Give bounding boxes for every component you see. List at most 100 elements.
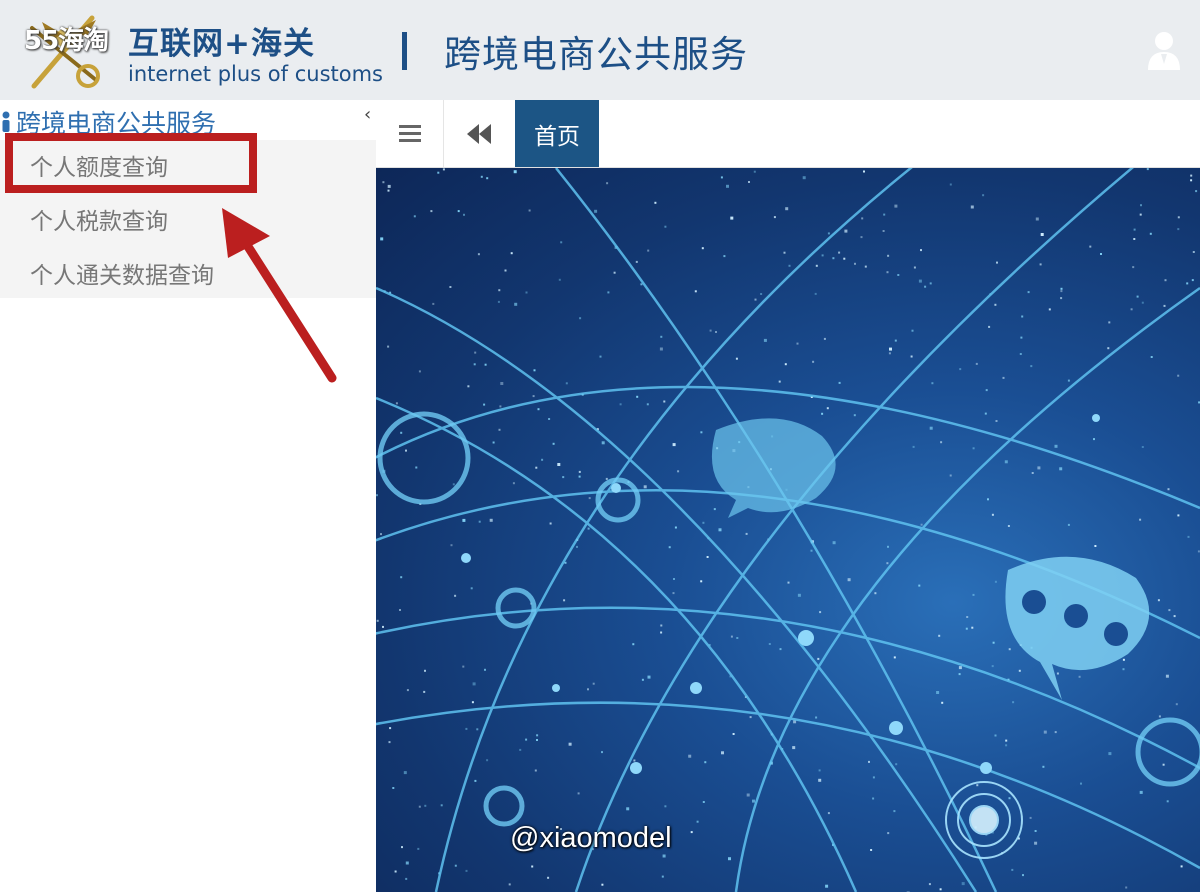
star-dot bbox=[785, 207, 789, 211]
star-dot bbox=[1018, 669, 1021, 672]
star-dot bbox=[1168, 609, 1171, 612]
star-dot bbox=[966, 616, 969, 618]
star-dot bbox=[987, 498, 989, 501]
star-dot bbox=[1122, 658, 1125, 661]
star-dot bbox=[713, 508, 716, 511]
star-dot bbox=[547, 876, 550, 879]
star-dot bbox=[664, 225, 667, 228]
star-dot bbox=[660, 631, 663, 634]
star-dot bbox=[958, 673, 961, 676]
star-dot bbox=[1177, 228, 1180, 231]
star-dot bbox=[818, 778, 822, 782]
star-dot bbox=[1067, 523, 1070, 526]
star-dot bbox=[473, 363, 476, 366]
star-dot bbox=[784, 363, 787, 366]
star-dot bbox=[415, 466, 418, 469]
tab-scroll-left-button[interactable] bbox=[444, 100, 514, 168]
star-dot bbox=[548, 418, 551, 420]
star-dot bbox=[641, 678, 644, 681]
star-dot bbox=[1048, 308, 1051, 311]
star-dot bbox=[991, 513, 994, 516]
star-dot bbox=[996, 261, 998, 264]
star-dot bbox=[1089, 245, 1092, 248]
star-dot bbox=[1133, 238, 1136, 240]
star-dot bbox=[437, 171, 440, 174]
star-dot bbox=[677, 470, 680, 473]
star-dot bbox=[1166, 800, 1169, 803]
star-dot bbox=[726, 184, 729, 188]
star-dot bbox=[745, 532, 748, 535]
star-dot bbox=[476, 728, 479, 731]
star-dot bbox=[1122, 668, 1125, 671]
star-dot bbox=[929, 426, 933, 430]
star-dot bbox=[895, 763, 898, 766]
star-dot bbox=[635, 260, 638, 263]
star-dot bbox=[563, 599, 566, 602]
star-dot bbox=[773, 216, 776, 219]
star-dot bbox=[1059, 467, 1063, 471]
person-icon bbox=[2, 111, 10, 132]
tab-home[interactable]: 首页 bbox=[515, 100, 599, 168]
star-dot bbox=[394, 870, 397, 873]
star-dot bbox=[660, 624, 663, 627]
star-dot bbox=[1060, 290, 1063, 293]
star-dot bbox=[1060, 297, 1063, 300]
star-dot bbox=[1005, 744, 1008, 747]
star-dot bbox=[536, 734, 539, 737]
star-dot bbox=[721, 751, 724, 755]
star-dot bbox=[619, 403, 622, 406]
star-dot bbox=[1094, 545, 1097, 547]
star-dot bbox=[484, 668, 486, 671]
star-dot bbox=[702, 801, 705, 803]
star-dot bbox=[961, 882, 965, 886]
star-dot bbox=[928, 883, 931, 886]
star-dot bbox=[557, 463, 561, 466]
star-dot bbox=[730, 635, 733, 638]
star-dot bbox=[537, 408, 540, 411]
user-avatar-icon[interactable] bbox=[1146, 30, 1182, 70]
star-dot bbox=[382, 181, 385, 184]
sidebar-item-tax-query[interactable]: 个人税款查询 bbox=[30, 202, 168, 236]
star-dot bbox=[417, 847, 420, 850]
star-dot bbox=[959, 368, 962, 371]
star-dot bbox=[812, 360, 815, 363]
star-dot bbox=[533, 369, 536, 372]
star-dot bbox=[1141, 446, 1144, 448]
star-dot bbox=[512, 482, 515, 485]
star-dot bbox=[1139, 518, 1142, 521]
watermark-logo-text: 55海淘 bbox=[24, 26, 109, 56]
star-dot bbox=[1020, 336, 1023, 339]
sidebar-item-clearance-query[interactable]: 个人通关数据查询 bbox=[30, 256, 214, 290]
star-dot bbox=[728, 857, 731, 861]
star-dot bbox=[992, 641, 995, 644]
star-dot bbox=[1186, 282, 1189, 285]
star-dot bbox=[387, 189, 390, 192]
star-dot bbox=[894, 204, 898, 208]
star-dot bbox=[788, 264, 791, 267]
star-dot bbox=[500, 382, 504, 385]
star-dot bbox=[395, 402, 398, 405]
star-dot bbox=[894, 339, 897, 342]
star-dot bbox=[827, 232, 830, 235]
collapse-chevron-icon[interactable]: ‹ bbox=[364, 104, 371, 125]
star-dot bbox=[1190, 179, 1193, 182]
star-dot bbox=[674, 526, 677, 529]
logo-title: 互联网+海关 bbox=[128, 26, 315, 62]
star-dot bbox=[994, 303, 997, 306]
star-dot bbox=[605, 477, 608, 480]
network-graphic bbox=[376, 168, 1200, 892]
star-dot bbox=[472, 682, 476, 686]
star-dot bbox=[1192, 251, 1195, 253]
star-dot bbox=[592, 682, 595, 685]
star-dot bbox=[982, 194, 985, 197]
star-dot bbox=[514, 302, 518, 306]
star-dot bbox=[1029, 816, 1032, 819]
menu-toggle-button[interactable] bbox=[376, 100, 444, 168]
star-dot bbox=[525, 291, 528, 294]
star-dot bbox=[1162, 763, 1165, 766]
star-dot bbox=[887, 832, 890, 835]
star-dot bbox=[1078, 675, 1081, 678]
star-dot bbox=[432, 302, 435, 305]
star-dot bbox=[1034, 830, 1037, 832]
star-dot bbox=[401, 846, 403, 849]
